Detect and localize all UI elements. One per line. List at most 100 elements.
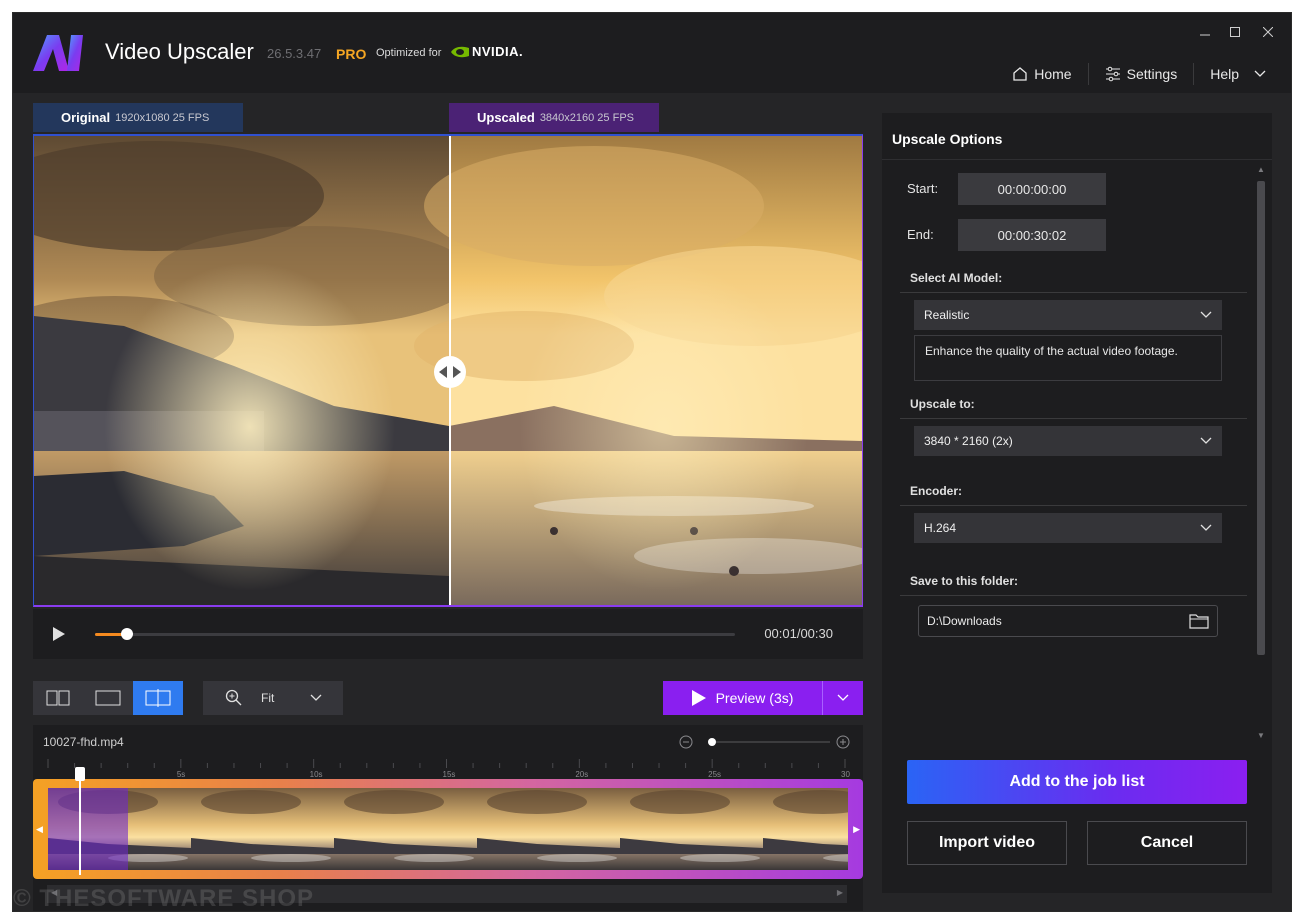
home-icon xyxy=(1013,67,1027,81)
top-nav: Home Settings Help xyxy=(996,63,1267,85)
end-time-field[interactable]: 00:00:30:02 xyxy=(958,219,1106,251)
zoom-value: Fit xyxy=(261,691,275,705)
workspace: Original 1920x1080 25 FPS Upscaled 3840x… xyxy=(13,93,1291,911)
preview-button[interactable]: Preview (3s) xyxy=(663,681,823,715)
trim-left-handle-icon[interactable]: ◀ xyxy=(36,824,43,835)
nav-help-label: Help xyxy=(1210,66,1239,82)
chevron-down-icon xyxy=(1200,311,1212,318)
encoder-select[interactable]: H.264 xyxy=(914,513,1222,543)
model-section-label: Select AI Model: xyxy=(910,271,1003,285)
minimize-icon xyxy=(1200,34,1210,36)
nav-home[interactable]: Home xyxy=(996,66,1087,82)
timeline-zoom-slider[interactable] xyxy=(678,733,853,751)
video-thumbnail xyxy=(763,788,848,870)
side-by-side-icon xyxy=(46,690,70,706)
chevron-down-icon xyxy=(1200,437,1212,444)
folder-section-label: Save to this folder: xyxy=(910,574,1019,588)
add-to-job-list-button[interactable]: Add to the job list xyxy=(907,760,1247,804)
divider xyxy=(882,159,1272,160)
tab-upscaled[interactable]: Upscaled 3840x2160 25 FPS xyxy=(449,103,659,132)
arrows-left-right-icon xyxy=(439,366,461,378)
play-icon xyxy=(691,690,706,706)
view-mode-group xyxy=(33,681,183,715)
chevron-down-icon xyxy=(310,694,322,701)
tab-original-label: Original xyxy=(61,110,111,125)
scroll-right-icon[interactable]: ▶ xyxy=(837,888,843,897)
divider xyxy=(900,418,1247,419)
view-single-button[interactable] xyxy=(83,681,133,715)
single-view-icon xyxy=(95,690,121,706)
cancel-button[interactable]: Cancel xyxy=(1087,821,1247,865)
optimized-for-label: Optimized for xyxy=(376,47,442,59)
preview-label: Preview (3s) xyxy=(715,690,794,706)
split-view-icon xyxy=(145,689,171,707)
folder-icon[interactable] xyxy=(1189,613,1209,629)
tab-upscaled-resolution: 3840x2160 25 FPS xyxy=(539,111,634,124)
app-title: Video Upscaler xyxy=(105,39,254,64)
preview-button-group: Preview (3s) xyxy=(663,681,863,715)
file-name: 10027-fhd.mp4 xyxy=(43,735,124,749)
sliders-icon xyxy=(1105,66,1120,82)
play-icon[interactable] xyxy=(51,626,67,642)
upscale-section-label: Upscale to: xyxy=(910,397,975,411)
upscale-options-panel: Upscale Options Start: 00:00:00:00 End: … xyxy=(882,113,1272,893)
close-icon xyxy=(1263,27,1273,37)
player-controls: 00:01/00:30 xyxy=(33,609,863,659)
maximize-button[interactable] xyxy=(1220,21,1250,43)
video-preview[interactable] xyxy=(33,134,863,607)
video-thumbnail xyxy=(477,788,620,870)
nav-home-label: Home xyxy=(1034,66,1072,82)
ruler-tick-label: 30 xyxy=(841,770,850,779)
nav-help[interactable]: Help xyxy=(1194,66,1267,82)
seek-bar[interactable] xyxy=(95,628,735,640)
tab-original-resolution: 1920x1080 25 FPS xyxy=(115,111,210,124)
view-split-button[interactable] xyxy=(133,681,183,715)
import-video-button[interactable]: Import video xyxy=(907,821,1067,865)
zoom-dropdown[interactable]: Fit xyxy=(203,681,343,715)
divider xyxy=(900,292,1247,293)
chevron-down-icon xyxy=(1254,70,1266,77)
start-time-field[interactable]: 00:00:00:00 xyxy=(958,173,1106,205)
timeline-zoom-handle[interactable] xyxy=(708,738,716,746)
close-button[interactable] xyxy=(1253,21,1283,43)
nav-settings-label: Settings xyxy=(1126,66,1178,82)
model-select[interactable]: Realistic xyxy=(914,300,1222,330)
split-handle[interactable] xyxy=(434,356,466,388)
title-bar: Video Upscaler 26.5.3.47 PRO Optimized f… xyxy=(13,13,1291,93)
nav-settings[interactable]: Settings xyxy=(1089,66,1194,82)
scroll-up-icon[interactable]: ▲ xyxy=(1257,165,1265,174)
nvidia-text: NVIDIA. xyxy=(472,44,524,59)
seek-handle[interactable] xyxy=(121,628,133,640)
output-folder-field[interactable]: D:\Downloads xyxy=(918,605,1218,637)
options-title: Upscale Options xyxy=(892,131,1003,147)
trim-right-handle-icon[interactable]: ▶ xyxy=(853,824,860,835)
ruler-tick-label: 20s xyxy=(575,770,589,779)
upscale-resolution-select[interactable]: 3840 * 2160 (2x) xyxy=(914,426,1222,456)
upscale-select-value: 3840 * 2160 (2x) xyxy=(924,434,1013,448)
tab-original[interactable]: Original 1920x1080 25 FPS xyxy=(33,103,243,132)
minimize-button[interactable] xyxy=(1190,21,1220,43)
video-thumbnail xyxy=(620,788,763,870)
playhead[interactable] xyxy=(79,769,81,875)
encoder-select-value: H.264 xyxy=(924,521,957,535)
end-label: End: xyxy=(907,227,934,242)
encoder-section-label: Encoder: xyxy=(910,484,963,498)
divider xyxy=(900,505,1247,506)
video-thumbnail xyxy=(334,788,477,870)
view-side-by-side-button[interactable] xyxy=(33,681,83,715)
scrollbar-thumb[interactable] xyxy=(1257,181,1265,655)
model-description: Enhance the quality of the actual video … xyxy=(914,335,1222,381)
timecode: 00:01/00:30 xyxy=(764,626,833,641)
start-label: Start: xyxy=(907,181,939,196)
ruler-tick-label: 15s xyxy=(442,770,456,779)
clip-strip[interactable]: ◀ ▶ xyxy=(33,767,863,879)
scroll-down-icon[interactable]: ▼ xyxy=(1257,731,1265,740)
preview-options-button[interactable] xyxy=(823,681,863,715)
app-window: Video Upscaler 26.5.3.47 PRO Optimized f… xyxy=(12,12,1292,912)
maximize-icon xyxy=(1230,27,1240,37)
tab-upscaled-label: Upscaled xyxy=(477,110,535,125)
nvidia-brand: NVIDIA. xyxy=(451,44,523,59)
options-scrollbar[interactable]: ▲ ▼ xyxy=(1254,163,1268,743)
ruler-tick-label: 5s xyxy=(176,770,186,779)
pro-badge: PRO xyxy=(336,46,367,62)
